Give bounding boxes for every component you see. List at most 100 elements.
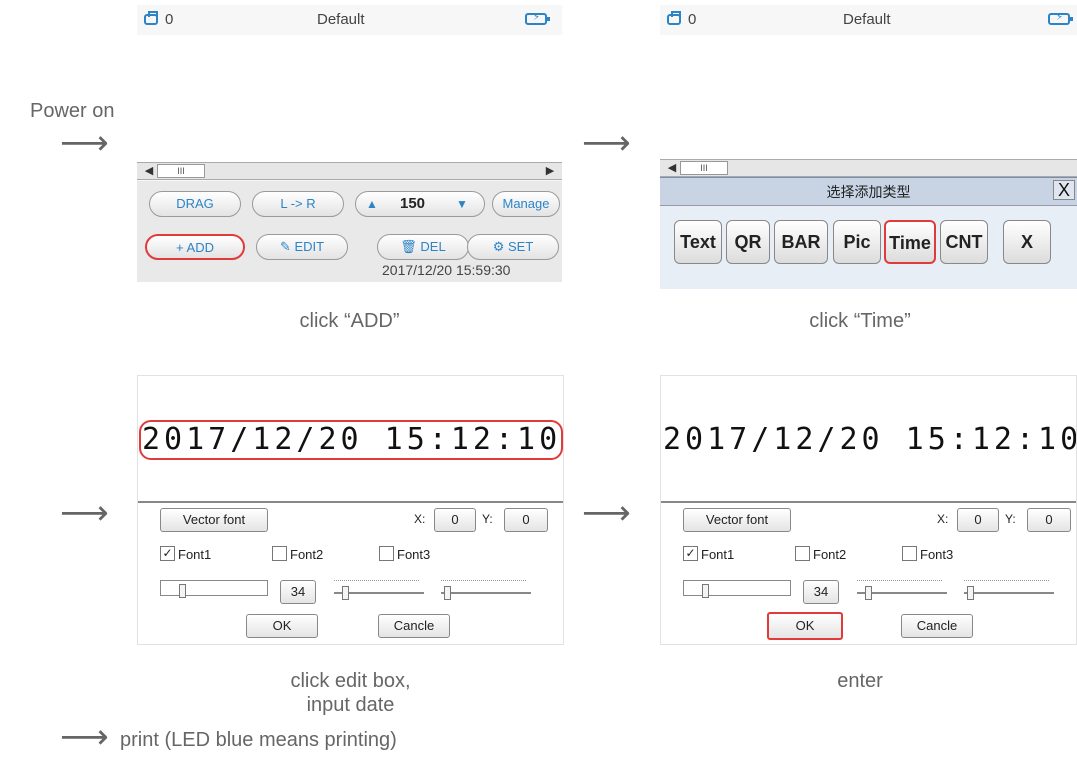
edit-box-highlight bbox=[139, 420, 563, 460]
scroll-left-icon[interactable]: ◀ bbox=[141, 163, 157, 179]
font2-checkbox[interactable] bbox=[795, 546, 810, 561]
edit-button[interactable]: ✎ EDIT bbox=[256, 234, 348, 260]
type-pic-button[interactable]: Pic bbox=[833, 220, 881, 264]
add-button[interactable]: + ADD bbox=[145, 234, 245, 260]
slider-track[interactable] bbox=[964, 592, 1054, 594]
time-confirm-screen: 2017/12/20 15:12:10 Vector font X: 0 Y: … bbox=[660, 375, 1077, 645]
slider-handle[interactable] bbox=[865, 586, 872, 600]
direction-button[interactable]: L -> R bbox=[252, 191, 344, 217]
type-button-bar: Text QR BAR Pic Time CNT X bbox=[660, 205, 1077, 289]
type-qr-button[interactable]: QR bbox=[726, 220, 770, 264]
scroll-thumb[interactable]: III bbox=[157, 164, 205, 178]
print-caption: print (LED blue means printing) bbox=[120, 729, 397, 751]
vector-font-button[interactable]: Vector font bbox=[683, 508, 791, 532]
y-input[interactable]: 0 bbox=[1027, 508, 1071, 532]
time-text[interactable]: 2017/12/20 15:12:10 bbox=[663, 420, 1076, 460]
printer-icon bbox=[667, 11, 681, 25]
size-slider[interactable] bbox=[160, 580, 268, 598]
print-counter: 0 bbox=[165, 11, 174, 28]
font2-checkbox[interactable] bbox=[272, 546, 287, 561]
time-edit-box[interactable]: 2017/12/20 15:12:10 bbox=[661, 420, 1076, 462]
status-bar: 0 Default ⚡ bbox=[660, 5, 1077, 35]
cancel-button[interactable]: Cancle bbox=[901, 614, 973, 638]
edit-caption-line2: input date bbox=[306, 694, 395, 716]
cancel-button[interactable]: Cancle bbox=[378, 614, 450, 638]
ok-button[interactable]: OK bbox=[246, 614, 318, 638]
x-label: X: bbox=[937, 512, 949, 526]
type-cancel-button[interactable]: X bbox=[1003, 220, 1051, 264]
separator bbox=[138, 501, 563, 503]
canvas-area[interactable] bbox=[660, 35, 1077, 159]
main-screen: 0 Default ⚡ ◀ III ▶ DRAG L -> R ▲ 150 ▼ … bbox=[137, 5, 562, 282]
type-text-button[interactable]: Text bbox=[674, 220, 722, 264]
delete-button[interactable]: 🗑 DEL bbox=[377, 234, 469, 260]
template-title: Default bbox=[843, 11, 891, 28]
slider-handle[interactable] bbox=[444, 586, 451, 600]
x-input[interactable]: 0 bbox=[957, 508, 999, 532]
canvas-area[interactable] bbox=[137, 35, 562, 162]
slider-ticks bbox=[441, 580, 526, 581]
slider-handle[interactable] bbox=[702, 584, 709, 598]
close-icon[interactable]: X bbox=[1053, 180, 1075, 200]
value-stepper[interactable]: ▲ 150 ▼ bbox=[355, 191, 485, 217]
font3-label: Font3 bbox=[397, 547, 431, 562]
time-edit-box[interactable]: 2017/12/20 15:12:10 bbox=[138, 420, 563, 462]
horizontal-scrollbar[interactable]: ◀ III ▶ bbox=[137, 162, 562, 180]
font1-label: Font1 bbox=[178, 547, 212, 562]
power-on-caption: Power on bbox=[30, 100, 115, 122]
size-value[interactable]: 34 bbox=[803, 580, 839, 604]
font1-checkbox[interactable]: ✓ bbox=[160, 546, 175, 561]
type-bar-button[interactable]: BAR bbox=[774, 220, 828, 264]
dialog-title: 选择添加类型 bbox=[826, 185, 911, 201]
ok-button[interactable]: OK bbox=[767, 612, 843, 640]
scroll-thumb[interactable]: III bbox=[680, 161, 728, 175]
arrow-icon: ⟶ bbox=[60, 123, 109, 163]
arrow-icon: ⟶ bbox=[582, 493, 631, 533]
y-label: Y: bbox=[482, 512, 493, 526]
slider-track[interactable] bbox=[441, 592, 531, 594]
size-slider[interactable] bbox=[683, 580, 791, 598]
arrow-icon: ⟶ bbox=[582, 123, 631, 163]
slider-ticks bbox=[334, 580, 419, 581]
decrease-icon[interactable]: ▼ bbox=[456, 192, 468, 216]
increase-icon[interactable]: ▲ bbox=[366, 192, 378, 216]
size-value[interactable]: 34 bbox=[280, 580, 316, 604]
font3-checkbox[interactable] bbox=[379, 546, 394, 561]
type-picker-screen: 0 Default ⚡ ◀ III 选择添加类型 X Text QR BAR P… bbox=[660, 5, 1077, 289]
settings-button[interactable]: ⚙ SET bbox=[467, 234, 559, 260]
font3-label: Font3 bbox=[920, 547, 954, 562]
font3-checkbox[interactable] bbox=[902, 546, 917, 561]
horizontal-scrollbar[interactable]: ◀ III bbox=[660, 159, 1077, 177]
y-label: Y: bbox=[1005, 512, 1016, 526]
scroll-left-icon[interactable]: ◀ bbox=[664, 160, 680, 176]
battery-icon: ⚡ bbox=[1048, 12, 1073, 25]
type-time-button[interactable]: Time bbox=[884, 220, 936, 264]
drag-button[interactable]: DRAG bbox=[149, 191, 241, 217]
arrow-icon: ⟶ bbox=[60, 717, 109, 757]
font2-label: Font2 bbox=[290, 547, 324, 562]
time-caption: click “Time” bbox=[809, 310, 911, 332]
template-title: Default bbox=[317, 11, 365, 28]
slider-handle[interactable] bbox=[179, 584, 186, 598]
font1-checkbox[interactable]: ✓ bbox=[683, 546, 698, 561]
slider-handle[interactable] bbox=[967, 586, 974, 600]
print-counter: 0 bbox=[688, 11, 697, 28]
battery-icon: ⚡ bbox=[525, 12, 550, 25]
enter-caption: enter bbox=[837, 670, 883, 692]
time-editor-screen: 2017/12/20 15:12:10 Vector font X: 0 Y: … bbox=[137, 375, 564, 645]
status-bar: 0 Default ⚡ bbox=[137, 5, 562, 35]
type-cnt-button[interactable]: CNT bbox=[940, 220, 988, 264]
x-label: X: bbox=[414, 512, 426, 526]
x-input[interactable]: 0 bbox=[434, 508, 476, 532]
scroll-right-icon[interactable]: ▶ bbox=[542, 163, 558, 179]
slider-ticks bbox=[964, 580, 1049, 581]
printer-icon bbox=[144, 11, 158, 25]
datetime-display: 2017/12/20 15:59:30 bbox=[382, 262, 511, 278]
vector-font-button[interactable]: Vector font bbox=[160, 508, 268, 532]
edit-caption-line1: click edit box, bbox=[290, 670, 411, 692]
font2-label: Font2 bbox=[813, 547, 847, 562]
manage-button[interactable]: Manage bbox=[492, 191, 560, 217]
add-type-dialog: 选择添加类型 X Text QR BAR Pic Time CNT X bbox=[660, 177, 1077, 289]
slider-handle[interactable] bbox=[342, 586, 349, 600]
y-input[interactable]: 0 bbox=[504, 508, 548, 532]
